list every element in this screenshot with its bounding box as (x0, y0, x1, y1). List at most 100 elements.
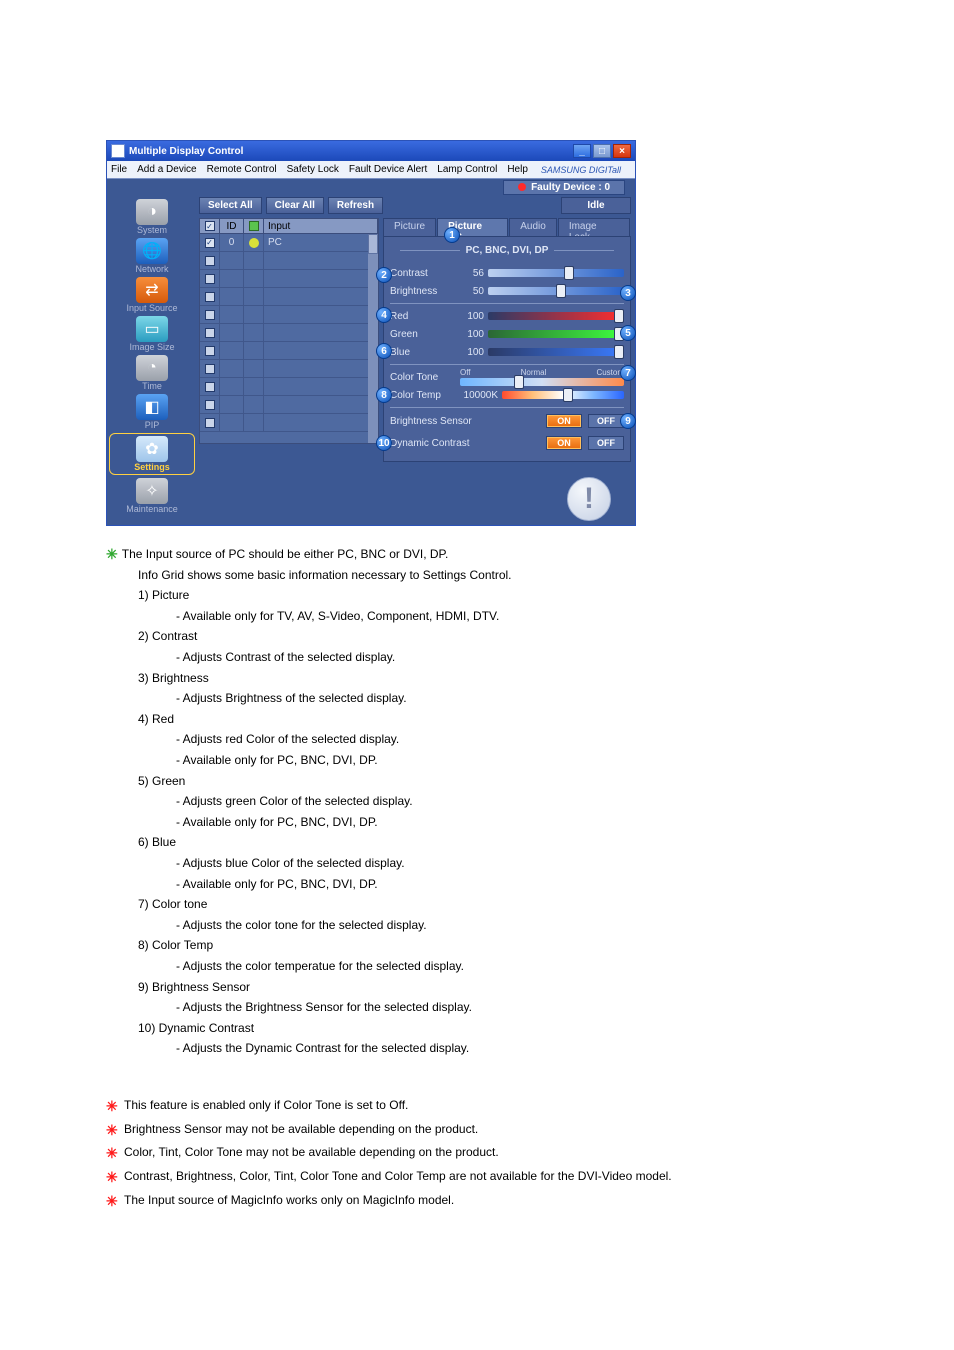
menu-fault-alert[interactable]: Fault Device Alert (349, 164, 427, 175)
input-icon: ⇄ (136, 277, 168, 303)
row-id (220, 270, 244, 287)
red-star-icon: ✳ (106, 1098, 118, 1114)
table-row[interactable] (200, 270, 378, 288)
col-lamp[interactable] (244, 219, 264, 233)
row-checkbox[interactable] (200, 252, 220, 269)
callout-8: 8 (376, 387, 392, 403)
tab-picture[interactable]: Picture (383, 218, 436, 236)
clear-all-button[interactable]: Clear All (266, 197, 324, 214)
menu-lamp-control[interactable]: Lamp Control (437, 164, 497, 175)
blue-slider[interactable] (488, 348, 624, 356)
menu-help[interactable]: Help (507, 164, 528, 175)
table-row[interactable] (200, 342, 378, 360)
row-checkbox[interactable] (200, 324, 220, 341)
sidebar-item-time[interactable]: ◔Time (109, 355, 195, 391)
row-input (264, 378, 378, 395)
color-tone-slider[interactable] (460, 378, 624, 386)
menu-add-device[interactable]: Add a Device (137, 164, 196, 175)
callout-1: 1 (444, 227, 460, 243)
table-row[interactable] (200, 306, 378, 324)
table-row[interactable]: ✓0PC (200, 234, 378, 252)
settings-icon: ✿ (136, 436, 168, 462)
maximize-button[interactable]: □ (593, 144, 611, 158)
row-checkbox[interactable] (200, 270, 220, 287)
row-checkbox[interactable] (200, 342, 220, 359)
sidebar: ◑System 🌐Network ⇄Input Source ▭Image Si… (107, 195, 197, 525)
scrollbar[interactable] (368, 234, 378, 443)
sidebar-item-pip[interactable]: ◧PIP (109, 394, 195, 430)
row-checkbox[interactable]: ✓ (200, 234, 220, 251)
table-row[interactable] (200, 360, 378, 378)
green-label: Green (390, 329, 460, 340)
main-area: Select All Clear All Refresh Idle ✓ ID I… (197, 195, 635, 525)
row-id (220, 414, 244, 431)
sidebar-item-input-source[interactable]: ⇄Input Source (109, 277, 195, 313)
row-checkbox[interactable] (200, 414, 220, 431)
color-temp-slider[interactable] (502, 391, 624, 399)
contrast-slider[interactable] (488, 269, 624, 277)
col-input[interactable]: Input (264, 219, 378, 233)
table-row[interactable] (200, 378, 378, 396)
brightness-label: Brightness (390, 286, 460, 297)
row-checkbox[interactable] (200, 396, 220, 413)
settings-panel: Picture Picture PC Audio Image Lock PC, … (383, 218, 631, 462)
menu-remote-control[interactable]: Remote Control (207, 164, 277, 175)
menubar: File Add a Device Remote Control Safety … (107, 161, 635, 179)
status-row: Faulty Device : 0 (107, 179, 635, 195)
row-lamp (244, 234, 264, 251)
green-star-icon: ✳ (106, 546, 118, 562)
tab-audio[interactable]: Audio (509, 218, 557, 236)
table-row[interactable] (200, 252, 378, 270)
explain-line: - Adjusts the Brightness Sensor for the … (106, 998, 848, 1017)
row-input (264, 288, 378, 305)
sidebar-item-system[interactable]: ◑System (109, 199, 195, 235)
row-checkbox[interactable] (200, 378, 220, 395)
brightness-sensor-on[interactable]: ON (546, 414, 582, 428)
table-row[interactable] (200, 288, 378, 306)
sidebar-item-settings[interactable]: ✿Settings (109, 433, 195, 475)
refresh-button[interactable]: Refresh (328, 197, 383, 214)
color-temp-value: 10000K (460, 390, 498, 401)
callout-7: 7 (620, 365, 636, 381)
brightness-slider[interactable] (488, 287, 624, 295)
col-id[interactable]: ID (220, 219, 244, 233)
table-row[interactable] (200, 414, 378, 432)
callout-3: 3 (620, 285, 636, 301)
explain-line: - Adjusts Brightness of the selected dis… (106, 689, 848, 708)
dynamic-contrast-on[interactable]: ON (546, 436, 582, 450)
image-size-icon: ▭ (136, 316, 168, 342)
col-check[interactable]: ✓ (200, 219, 220, 233)
callout-4: 4 (376, 307, 392, 323)
table-row[interactable] (200, 324, 378, 342)
select-all-button[interactable]: Select All (199, 197, 262, 214)
row-lamp (244, 252, 264, 269)
close-button[interactable]: × (613, 144, 631, 158)
menu-file[interactable]: File (111, 164, 127, 175)
minimize-button[interactable]: _ (573, 144, 591, 158)
brightness-sensor-off[interactable]: OFF (588, 414, 624, 428)
row-checkbox[interactable] (200, 360, 220, 377)
dynamic-contrast-off[interactable]: OFF (588, 436, 624, 450)
row-input (264, 360, 378, 377)
callout-6: 6 (376, 343, 392, 359)
callout-9: 9 (620, 413, 636, 429)
row-checkbox[interactable] (200, 306, 220, 323)
row-lamp (244, 396, 264, 413)
note-line: ✳This feature is enabled only if Color T… (106, 1096, 848, 1118)
green-slider[interactable] (488, 330, 624, 338)
menu-safety-lock[interactable]: Safety Lock (287, 164, 339, 175)
sidebar-item-maintenance[interactable]: ✧Maintenance (109, 478, 195, 514)
sidebar-item-network[interactable]: 🌐Network (109, 238, 195, 274)
tab-image-lock[interactable]: Image Lock (558, 218, 630, 236)
row-lamp (244, 342, 264, 359)
row-input (264, 270, 378, 287)
sidebar-item-image-size[interactable]: ▭Image Size (109, 316, 195, 352)
explanation-text: ✳The Input source of PC should be either… (106, 544, 848, 1212)
row-checkbox[interactable] (200, 288, 220, 305)
table-row[interactable] (200, 396, 378, 414)
red-slider[interactable] (488, 312, 624, 320)
explain-line: - Available only for PC, BNC, DVI, DP. (106, 751, 848, 770)
explain-line: - Available only for PC, BNC, DVI, DP. (106, 875, 848, 894)
row-input: PC (264, 234, 378, 251)
scroll-thumb[interactable] (368, 234, 378, 254)
